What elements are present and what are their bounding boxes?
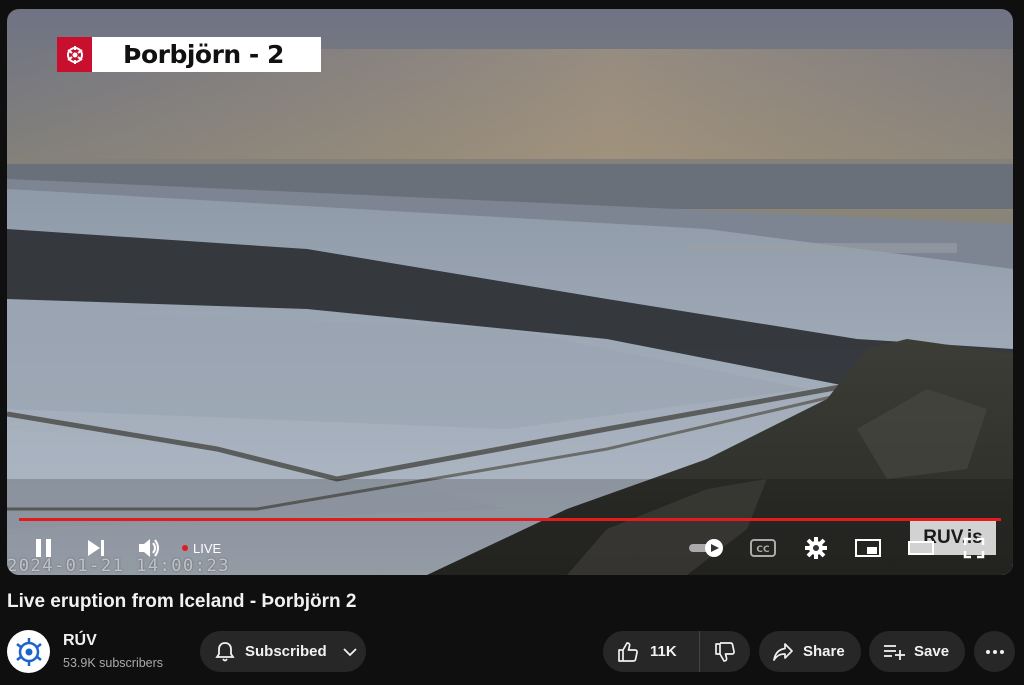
autoplay-toggle[interactable] [687, 530, 727, 566]
progress-fill [19, 518, 1001, 521]
playlist-add-icon [884, 644, 905, 660]
theater-mode-button[interactable] [907, 530, 935, 566]
save-label: Save [914, 643, 950, 660]
chevron-down-icon [343, 647, 357, 656]
captions-button[interactable]: CC [749, 530, 777, 566]
like-dislike-group: 11K [603, 631, 750, 672]
thumbs-up-icon [618, 641, 638, 662]
gear-icon [805, 537, 827, 559]
share-label: Share [803, 643, 845, 660]
share-button[interactable]: Share [759, 631, 861, 672]
thumbs-down-icon [715, 641, 735, 662]
fullscreen-icon [963, 537, 985, 559]
video-title: Live eruption from Iceland - Þorbjörn 2 [7, 591, 357, 612]
more-horizontal-icon [985, 649, 1004, 654]
bell-icon [215, 641, 235, 661]
dislike-button[interactable] [700, 631, 750, 672]
progress-bar[interactable] [19, 518, 1001, 521]
next-icon [88, 540, 104, 556]
subscribed-label: Subscribed [245, 643, 327, 660]
svg-text:CC: CC [756, 545, 770, 555]
more-actions-button[interactable] [974, 631, 1015, 672]
video-player[interactable]: Þorbjörn - 2 2024-01-21 14:00:23 RUV.is … [7, 9, 1013, 575]
pause-icon [36, 539, 51, 557]
live-indicator[interactable]: LIVE [182, 539, 221, 557]
miniplayer-button[interactable] [854, 530, 882, 566]
live-dot [182, 545, 188, 551]
miniplayer-icon [855, 539, 881, 557]
ruv-crest-icon [57, 37, 92, 72]
share-icon [773, 642, 793, 661]
channel-avatar[interactable] [7, 630, 50, 673]
like-button[interactable]: 11K [603, 631, 700, 672]
theater-icon [908, 541, 934, 555]
camera-name: Þorbjörn - 2 [123, 40, 284, 69]
next-button[interactable] [83, 530, 109, 566]
like-count: 11K [650, 643, 677, 660]
camera-name-overlay: Þorbjörn - 2 [57, 37, 321, 72]
fullscreen-button[interactable] [961, 530, 987, 566]
subscriber-count: 53.9K subscribers [63, 656, 164, 670]
save-button[interactable]: Save [869, 631, 965, 672]
live-label: LIVE [193, 540, 222, 556]
subscribed-button[interactable]: Subscribed [200, 631, 366, 672]
pause-button[interactable] [31, 530, 57, 566]
volume-icon [139, 539, 159, 557]
autoplay-toggle-icon [689, 539, 723, 557]
channel-name[interactable]: RÚV [63, 632, 97, 650]
ruv-logo-icon [15, 637, 42, 666]
cc-icon: CC [750, 539, 776, 557]
settings-button[interactable] [802, 530, 830, 566]
video-frame[interactable] [7, 9, 1013, 575]
volume-button[interactable] [134, 530, 164, 566]
player-controls: LIVE CC [7, 530, 1013, 566]
